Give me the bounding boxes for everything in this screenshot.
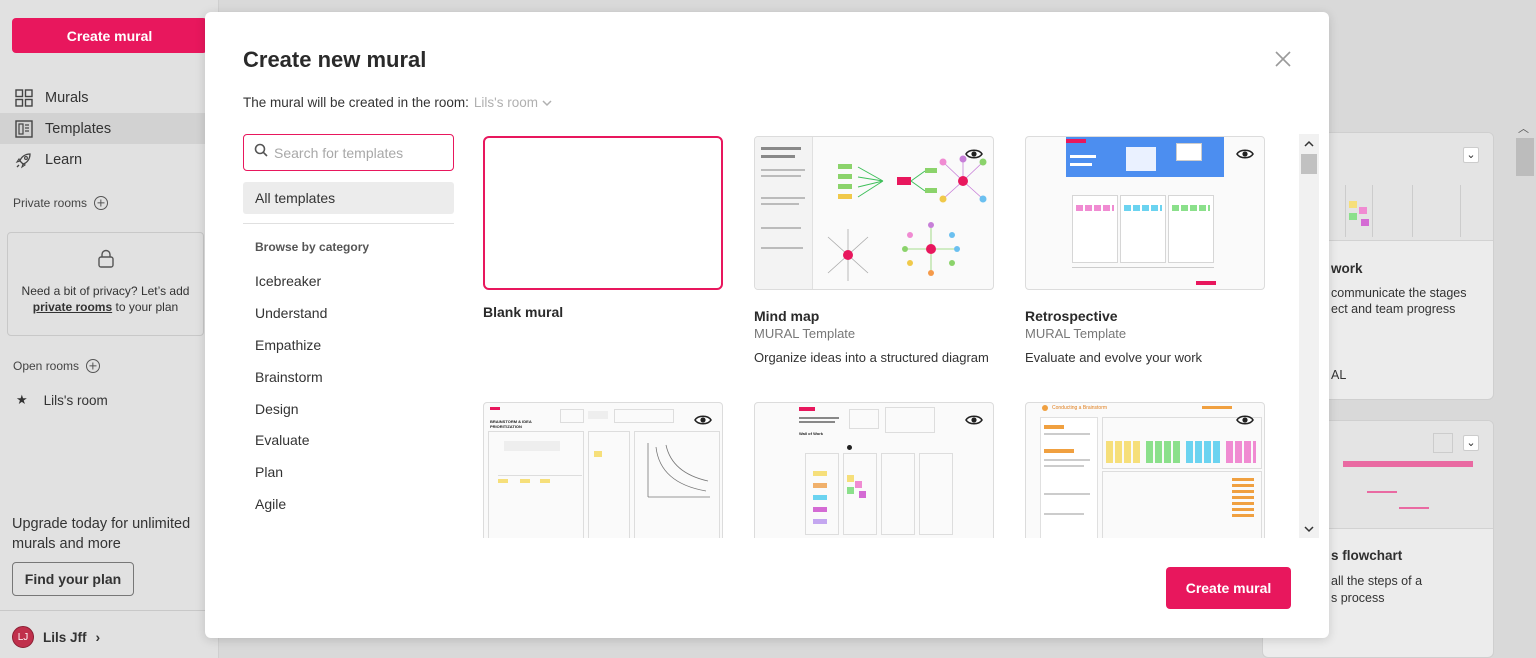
template-thumbnail[interactable] — [1025, 136, 1265, 290]
category-evaluate[interactable]: Evaluate — [255, 424, 327, 456]
user-name: Lils Jff — [43, 629, 87, 645]
category-icebreaker[interactable]: Icebreaker — [255, 265, 327, 297]
add-private-room-icon[interactable] — [94, 196, 109, 210]
sidebar: Create mural Murals Templates Learn Priv… — [0, 0, 219, 658]
template-name: Retrospective — [1025, 308, 1118, 324]
scroll-down-icon[interactable] — [1299, 520, 1319, 538]
background-card-desc: all the steps of a — [1331, 574, 1423, 588]
lock-icon — [97, 249, 115, 269]
sidebar-item-learn[interactable]: Learn — [0, 144, 219, 175]
all-templates-filter[interactable]: All templates — [243, 182, 454, 214]
category-divider — [243, 223, 454, 224]
sidebar-item-murals[interactable]: Murals — [0, 82, 219, 113]
room-line: The mural will be created in the room: L… — [243, 95, 552, 110]
private-rooms-link[interactable]: private rooms — [33, 300, 112, 314]
template-thumbnail[interactable]: BRAINSTORM & IDEA PRIORITIZATION — [483, 402, 723, 538]
template-grid-scrollbar-thumb[interactable] — [1301, 154, 1317, 174]
chevron-right-icon: › — [95, 629, 101, 645]
find-plan-button[interactable]: Find your plan — [12, 562, 134, 596]
category-plan[interactable]: Plan — [255, 456, 327, 488]
eye-icon[interactable] — [1236, 147, 1254, 159]
scroll-up-icon[interactable] — [1299, 134, 1319, 152]
background-card-meta: AL — [1331, 368, 1347, 382]
create-mural-modal: Create new mural The mural will be creat… — [205, 12, 1329, 638]
privacy-text: Need a bit of privacy? Let’s add — [21, 284, 190, 298]
rocket-icon — [14, 150, 34, 170]
thumbnail-title: BRAINSTORM & IDEA PRIORITIZATION — [490, 419, 532, 429]
privacy-text-end: to your plan — [115, 300, 179, 314]
template-search[interactable] — [243, 134, 454, 171]
template-thumbnail[interactable] — [754, 136, 994, 290]
chevron-down-icon — [542, 95, 552, 110]
template-description: Evaluate and evolve your work — [1025, 350, 1203, 365]
star-icon: ★ — [16, 392, 28, 407]
page-scrollbar-thumb[interactable] — [1516, 138, 1534, 176]
template-subtitle: MURAL Template — [1025, 326, 1127, 341]
background-card-desc: ect and team progress — [1331, 302, 1456, 316]
background-card-desc: communicate the stages — [1331, 286, 1467, 300]
user-menu[interactable]: LJ Lils Jff › — [12, 626, 100, 648]
scroll-up-icon[interactable]: ︿ — [1518, 120, 1529, 136]
close-icon[interactable] — [1271, 47, 1295, 71]
background-card-desc: s process — [1331, 591, 1385, 605]
add-open-room-icon[interactable] — [86, 359, 101, 373]
sidebar-room-item[interactable]: ★ Lils's room — [16, 392, 108, 408]
page-scrollbar[interactable]: ︿ — [1512, 116, 1536, 658]
template-thumbnail[interactable] — [483, 136, 723, 290]
eye-icon[interactable] — [965, 147, 983, 159]
private-rooms-label: Private rooms — [13, 196, 88, 210]
category-design[interactable]: Design — [255, 393, 327, 425]
private-rooms-header: Private rooms — [13, 196, 109, 210]
category-list: Icebreaker Understand Empathize Brainsto… — [255, 265, 327, 520]
background-card-title: work — [1331, 261, 1363, 276]
room-label: Lils's room — [43, 392, 108, 408]
browse-by-category-label: Browse by category — [255, 240, 370, 254]
template-grid-scrollbar[interactable] — [1299, 134, 1319, 538]
template-name: Mind map — [754, 308, 820, 324]
sidebar-item-label: Templates — [45, 120, 112, 137]
room-select-value: Lils's room — [473, 95, 538, 110]
category-brainstorm[interactable]: Brainstorm — [255, 361, 327, 393]
template-thumbnail[interactable]: Conducting a Brainstorm — [1025, 402, 1265, 538]
upgrade-text: Upgrade today for unlimited murals and m… — [12, 516, 191, 552]
chevron-down-icon[interactable]: ⌄ — [1463, 147, 1479, 163]
template-thumbnail[interactable]: Wall of Work — [754, 402, 994, 538]
template-grid: Blank mural Mind map MURAL Template Orga… — [483, 134, 1273, 538]
sidebar-item-label: Learn — [45, 151, 83, 168]
sidebar-nav: Murals Templates Learn — [0, 82, 219, 175]
privacy-upsell: Need a bit of privacy? Let’s add private… — [7, 232, 204, 336]
sidebar-create-mural-button[interactable]: Create mural — [12, 18, 207, 53]
background-card-title: s flowchart — [1331, 548, 1403, 563]
chevron-down-icon[interactable]: ⌄ — [1463, 435, 1479, 451]
category-understand[interactable]: Understand — [255, 297, 327, 329]
grid-icon — [14, 88, 34, 108]
open-rooms-header: Open rooms — [13, 359, 101, 373]
search-input[interactable] — [274, 144, 444, 161]
sidebar-item-templates[interactable]: Templates — [0, 113, 219, 144]
template-description: Organize ideas into a structured diagram — [754, 350, 989, 365]
open-rooms-label: Open rooms — [13, 359, 80, 373]
thumbnail-title: Conducting a Brainstorm — [1052, 405, 1108, 411]
thumbnail-title: Wall of Work — [799, 431, 823, 436]
eye-icon[interactable] — [694, 413, 712, 425]
category-empathize[interactable]: Empathize — [255, 329, 327, 361]
sidebar-divider — [0, 610, 219, 611]
category-agile[interactable]: Agile — [255, 488, 327, 520]
avatar: LJ — [12, 626, 34, 648]
modal-title: Create new mural — [243, 47, 427, 72]
templates-icon — [14, 119, 34, 139]
template-subtitle: MURAL Template — [754, 326, 856, 341]
create-mural-button[interactable]: Create mural — [1166, 567, 1291, 609]
eye-icon[interactable] — [1236, 413, 1254, 425]
room-select[interactable]: Lils's room — [474, 95, 552, 110]
eye-icon[interactable] — [965, 413, 983, 425]
sidebar-item-label: Murals — [45, 89, 89, 106]
template-name: Blank mural — [483, 304, 564, 320]
room-prefix: The mural will be created in the room: — [243, 95, 469, 110]
search-icon — [254, 143, 268, 162]
